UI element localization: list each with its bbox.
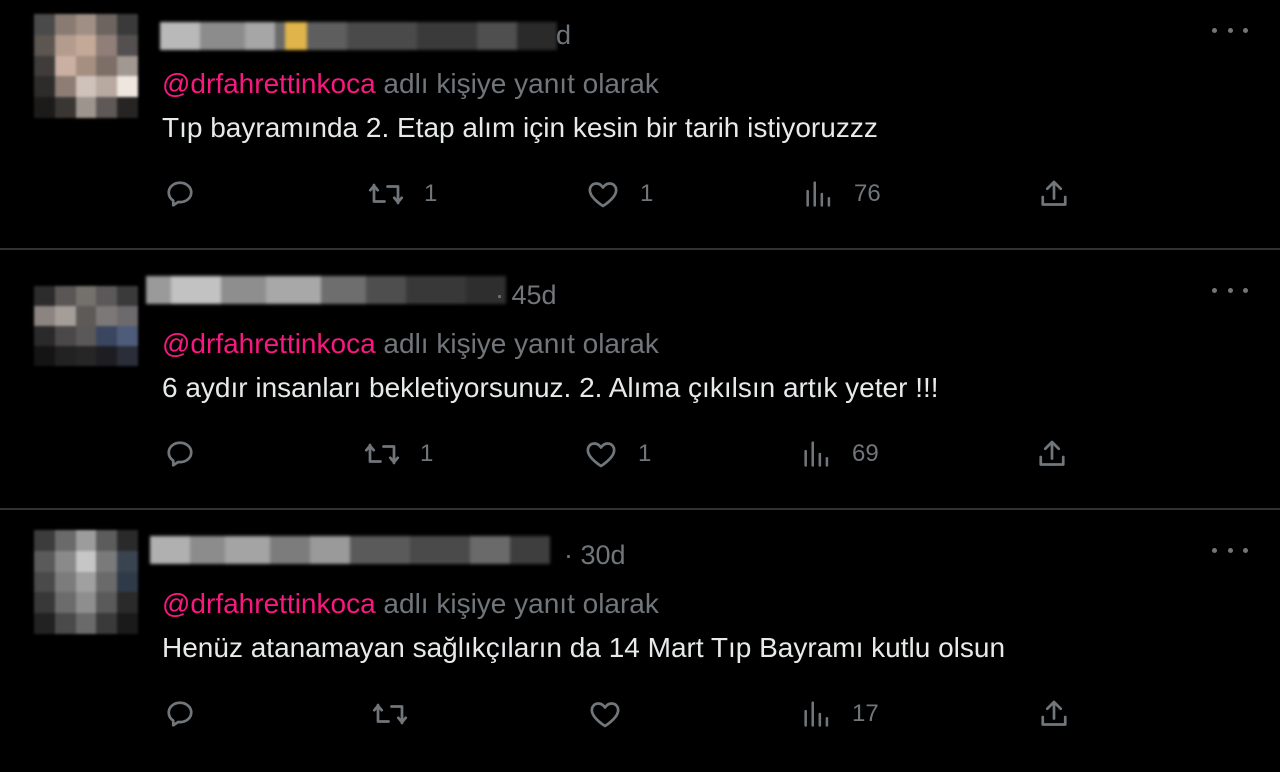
retweet-count: 1 <box>420 440 434 467</box>
views-button[interactable]: 17 <box>800 690 879 738</box>
views-icon <box>804 701 829 727</box>
reply-context: @drfahrettinkoca adlı kişiye yanıt olara… <box>162 588 659 620</box>
like-count: 1 <box>640 180 654 207</box>
more-icon[interactable] <box>1212 280 1248 300</box>
reply-icon <box>167 701 193 727</box>
views-button[interactable]: 76 <box>802 170 881 218</box>
reply-context-label: adlı kişiye yanıt olarak <box>383 328 659 359</box>
more-icon[interactable] <box>1212 20 1248 40</box>
views-icon <box>804 441 829 467</box>
share-icon <box>1041 180 1067 206</box>
divider <box>0 508 1280 510</box>
views-count: 69 <box>852 440 879 467</box>
mention-link[interactable]: @drfahrettinkoca <box>162 68 376 99</box>
tweet-time[interactable]: d <box>556 20 571 51</box>
reply-context: @drfahrettinkoca adlı kişiye yanıt olara… <box>162 68 659 100</box>
share-button[interactable] <box>1036 690 1072 738</box>
views-count: 17 <box>852 700 879 727</box>
tweet-actions: 1 1 76 <box>0 170 1280 218</box>
reply-context: @drfahrettinkoca adlı kişiye yanıt olara… <box>162 328 659 360</box>
share-icon <box>1039 440 1065 466</box>
mention-link[interactable]: @drfahrettinkoca <box>162 328 376 359</box>
share-icon <box>1041 700 1067 726</box>
reply-context-label: adlı kişiye yanıt olarak <box>383 588 659 619</box>
avatar[interactable] <box>34 286 138 366</box>
like-button[interactable]: 1 <box>582 430 651 478</box>
heart-icon <box>588 182 618 208</box>
share-button[interactable] <box>1036 170 1072 218</box>
tweet[interactable]: d @drfahrettinkoca adlı kişiye yanıt ola… <box>0 0 1280 252</box>
like-button[interactable] <box>586 690 624 738</box>
retweet-icon <box>372 703 408 725</box>
reply-icon <box>167 181 193 207</box>
tweet-text: Tıp bayramında 2. Etap alım için kesin b… <box>162 112 878 143</box>
tweet-text: 6 aydır insanları bekletiyorsunuz. 2. Al… <box>162 372 939 403</box>
reply-button[interactable] <box>162 690 198 738</box>
views-count: 76 <box>854 180 881 207</box>
tweet[interactable]: · 45d @drfahrettinkoca adlı kişiye yanıt… <box>0 252 1280 512</box>
heart-icon <box>586 442 616 468</box>
tweet-time[interactable]: · 45d <box>495 280 557 311</box>
retweet-button[interactable] <box>370 690 410 738</box>
retweet-button[interactable]: 1 <box>366 170 437 218</box>
tweet-text: Henüz atanamayan sağlıkçıların da 14 Mar… <box>162 632 1006 663</box>
avatar[interactable] <box>34 530 138 634</box>
like-button[interactable]: 1 <box>584 170 653 218</box>
tweet[interactable]: · 30d @drfahrettinkoca adlı kişiye yanıt… <box>0 512 1280 772</box>
retweet-icon <box>368 183 404 205</box>
like-count: 1 <box>638 440 652 467</box>
views-icon <box>806 181 831 207</box>
display-name-redacted[interactable] <box>150 536 550 564</box>
reply-context-label: adlı kişiye yanıt olarak <box>383 68 659 99</box>
divider <box>0 248 1280 250</box>
display-name-redacted[interactable] <box>160 22 557 50</box>
avatar[interactable] <box>34 14 138 118</box>
tweet-actions: 17 <box>0 690 1280 738</box>
views-button[interactable]: 69 <box>800 430 879 478</box>
mention-link[interactable]: @drfahrettinkoca <box>162 588 376 619</box>
tweet-time[interactable]: · 30d <box>564 540 626 571</box>
heart-icon <box>590 702 620 728</box>
retweet-count: 1 <box>424 180 438 207</box>
display-name-redacted[interactable] <box>146 276 506 304</box>
retweet-icon <box>364 443 400 465</box>
retweet-button[interactable]: 1 <box>362 430 433 478</box>
tweet-actions: 1 1 69 <box>0 430 1280 478</box>
reply-icon <box>167 441 193 467</box>
share-button[interactable] <box>1034 430 1070 478</box>
reply-button[interactable] <box>162 170 198 218</box>
reply-button[interactable] <box>162 430 198 478</box>
more-icon[interactable] <box>1212 540 1248 560</box>
